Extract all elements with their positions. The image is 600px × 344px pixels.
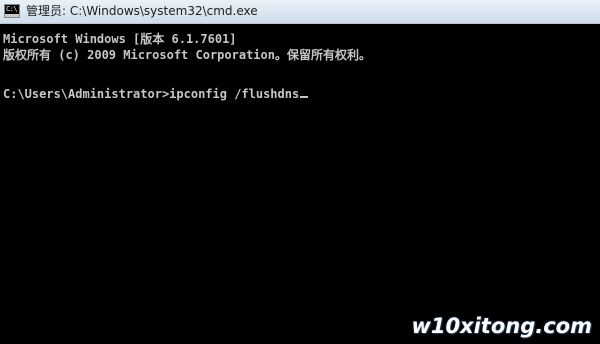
window-title: 管理员: C:\Windows\system32\cmd.exe xyxy=(26,4,258,18)
console-line-version: Microsoft Windows [版本 6.1.7601] xyxy=(3,32,237,46)
console-area[interactable]: Microsoft Windows [版本 6.1.7601] 版权所有 (c)… xyxy=(0,24,600,344)
cmd-icon[interactable]: C:\ xyxy=(4,4,20,18)
cmd-icon-label: C:\ xyxy=(6,5,18,13)
title-bar[interactable]: C:\ 管理员: C:\Windows\system32\cmd.exe xyxy=(0,0,600,24)
watermark: w10xitong.com xyxy=(411,314,592,338)
console-line-copyright: 版权所有 (c) 2009 Microsoft Corporation。保留所有… xyxy=(3,48,371,62)
console-line-command: C:\Users\Administrator>ipconfig /flushdn… xyxy=(3,86,309,102)
cmd-icon-bar xyxy=(5,14,19,17)
command-prompt-text: C:\Users\Administrator>ipconfig /flushdn… xyxy=(3,87,300,101)
text-cursor xyxy=(300,96,309,98)
cmd-window: C:\ 管理员: C:\Windows\system32\cmd.exe Mic… xyxy=(0,0,600,344)
